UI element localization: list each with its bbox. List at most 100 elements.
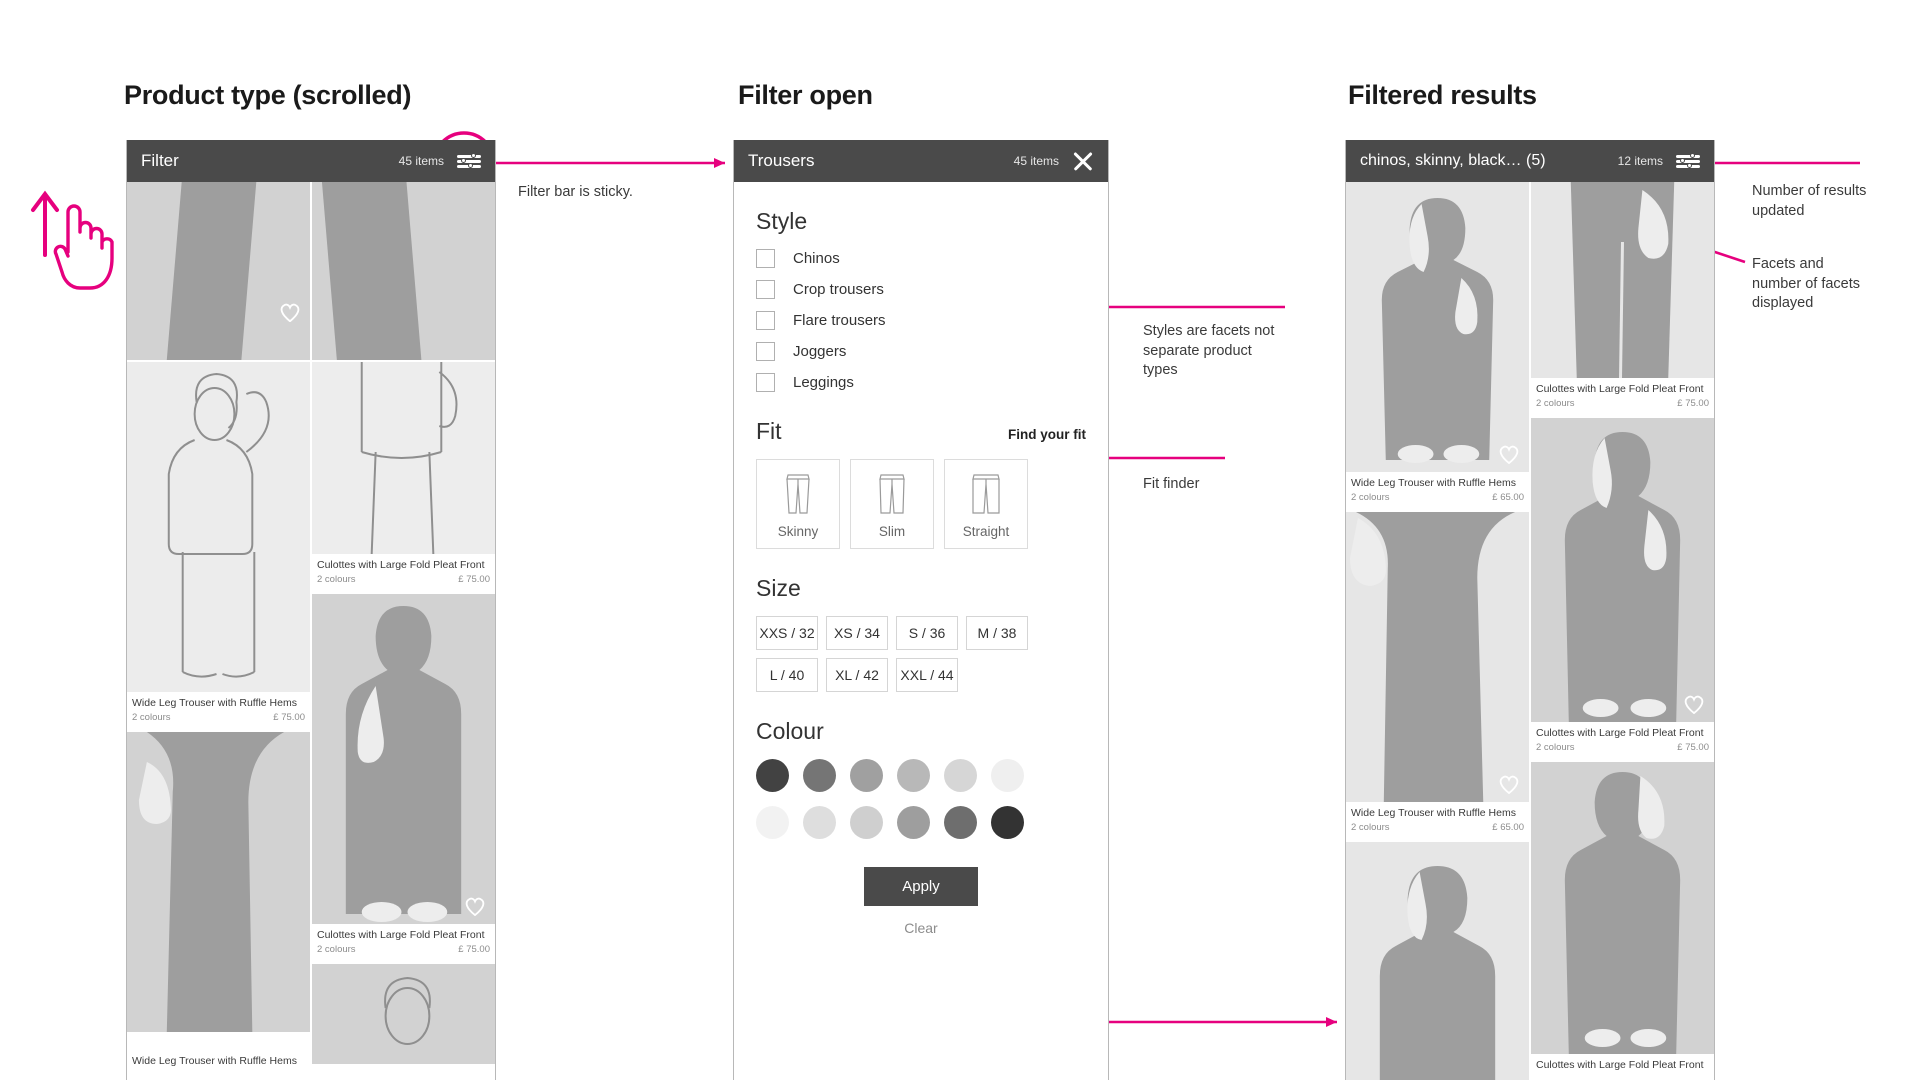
product-card[interactable]: Wide Leg Trouser with Ruffle Hems [127,732,310,1058]
colour-swatch[interactable] [944,759,977,792]
fit-option-label: Straight [962,523,1010,539]
screen-product-type: Filter 45 items Wide Leg Trouser with Ru… [126,140,496,1080]
product-colours: 2 colours [317,574,356,586]
product-card[interactable]: Wide Leg Trouser with Ruffle Hems 2 colo… [1346,512,1529,841]
product-image[interactable] [1346,842,1529,1080]
find-your-fit-link[interactable]: Find your fit [1008,427,1086,442]
product-price: £ 75.00 [458,574,490,586]
trousers-straight-icon [972,473,1000,514]
colour-swatch[interactable] [991,806,1024,839]
fit-option-slim[interactable]: Slim [850,459,934,549]
product-image[interactable] [1531,182,1714,378]
product-name: Culottes with Large Fold Pleat Front [317,929,485,942]
checkbox-chinos[interactable] [756,249,775,268]
fit-option-skinny[interactable]: Skinny [756,459,840,549]
trousers-slim-icon [879,473,905,514]
size-chip-xl-42[interactable]: XL / 42 [826,658,888,692]
colour-swatch[interactable] [756,759,789,792]
colour-swatch[interactable] [850,806,883,839]
size-chip-xs-34[interactable]: XS / 34 [826,616,888,650]
style-option-chinos[interactable]: Chinos [756,249,1086,268]
product-price: £ 75.00 [1677,398,1709,410]
screen2-title: Trousers [748,151,815,170]
colour-swatch[interactable] [850,759,883,792]
product-price: £ 65.00 [1492,822,1524,834]
product-name: Culottes with Large Fold Pleat Front [317,559,485,571]
filter-panel: Style Chinos Crop trousers Flare trouser… [734,208,1108,936]
product-image[interactable] [312,362,495,554]
size-chip-xxs-32[interactable]: XXS / 32 [756,616,818,650]
product-image[interactable] [127,182,310,360]
filter-sliders-icon[interactable] [1676,153,1700,169]
wishlist-heart-icon[interactable] [1683,694,1705,715]
fit-option-straight[interactable]: Straight [944,459,1028,549]
annotation-fit-finder: Fit finder [1143,476,1200,492]
colour-swatch[interactable] [897,759,930,792]
screen1-appbar: Filter 45 items [127,140,495,182]
product-card[interactable]: Wide Leg Trouser with Ruffle Hems 2 colo… [127,303,310,731]
close-icon[interactable] [1072,150,1094,172]
product-card[interactable]: Culottes with Large Fold Pleat Front 2 c… [312,594,495,963]
filter-sliders-icon[interactable] [457,153,481,169]
colour-swatch[interactable] [756,806,789,839]
product-card[interactable]: Wide Leg Trouser with Ruffle Hems 2 colo… [1346,182,1529,511]
style-option-joggers[interactable]: Joggers [756,342,1086,361]
product-colours: 2 colours [1536,742,1575,754]
colour-swatch[interactable] [897,806,930,839]
size-chip-xxl-44[interactable]: XXL / 44 [896,658,958,692]
product-card-info: Culottes with Large Fold Pleat Front 2 c… [1531,722,1714,760]
colour-swatch[interactable] [991,759,1024,792]
product-card[interactable]: Culottes with Large Fold Pleat Front [1531,762,1714,1080]
product-image[interactable] [1346,182,1529,472]
screen-filtered-results: chinos, skinny, black… (5) 12 items Wide… [1345,140,1715,1080]
size-chip-m-38[interactable]: M / 38 [966,616,1028,650]
product-card[interactable] [312,964,495,1065]
product-image[interactable] [312,964,495,1065]
checkbox-leggings[interactable] [756,373,775,392]
annotation-facets-displayed: Facets and number of facets displayed [1752,256,1860,312]
section-title-filtered-results: Filtered results [1348,80,1537,110]
product-card-info: Wide Leg Trouser with Ruffle Hems 2 colo… [127,692,310,730]
annotation-styles-facets: Styles are facets not separate product t… [1143,323,1275,379]
style-option-label: Leggings [793,374,854,391]
product-image[interactable] [127,362,310,692]
product-card[interactable]: Culottes with Large Fold Pleat Front 2 c… [1531,418,1714,761]
size-chip-s-36[interactable]: S / 36 [896,616,958,650]
style-option-crop-trousers[interactable]: Crop trousers [756,280,1086,299]
colour-swatch[interactable] [803,806,836,839]
wishlist-heart-icon[interactable] [1498,774,1520,795]
product-price: £ 65.00 [1492,492,1524,504]
product-name: Culottes with Large Fold Pleat Front [1536,727,1704,740]
product-colours: 2 colours [1351,822,1390,834]
screen2-item-count: 45 items [1013,154,1059,168]
product-image[interactable] [1346,512,1529,803]
wishlist-heart-icon[interactable] [1498,444,1520,464]
callout-arrow-sticky [714,158,725,168]
checkbox-flare-trousers[interactable] [756,311,775,330]
scrolled-image-strip [127,182,495,360]
style-option-leggings[interactable]: Leggings [756,373,1086,392]
size-chip-l-40[interactable]: L / 40 [756,658,818,692]
product-image[interactable] [1531,418,1714,723]
colour-swatch[interactable] [803,759,836,792]
product-image[interactable] [312,182,495,360]
product-image[interactable] [127,732,310,1033]
screen-filter-open: Trousers 45 items Style Chinos Crop trou… [733,140,1109,1080]
product-colours: 2 colours [1351,492,1390,504]
product-card[interactable]: Culottes with Large Fold Pleat Front 2 c… [1531,182,1714,417]
checkbox-crop-trousers[interactable] [756,280,775,299]
checkbox-joggers[interactable] [756,342,775,361]
wishlist-heart-icon[interactable] [279,302,301,323]
product-card[interactable] [1346,842,1529,1080]
wishlist-heart-icon[interactable] [464,896,486,917]
product-name: Wide Leg Trouser with Ruffle Hems [1351,807,1516,820]
colour-swatch[interactable] [944,806,977,839]
style-option-flare-trousers[interactable]: Flare trousers [756,311,1086,330]
apply-button[interactable]: Apply [864,867,978,906]
product-card[interactable]: Culottes with Large Fold Pleat Front 2 c… [312,362,495,593]
product-name: Wide Leg Trouser with Ruffle Hems [132,1055,297,1067]
product-image[interactable] [1531,762,1714,1055]
clear-button[interactable]: Clear [904,920,937,936]
product-image[interactable] [312,594,495,925]
product-colours: 2 colours [132,712,171,724]
